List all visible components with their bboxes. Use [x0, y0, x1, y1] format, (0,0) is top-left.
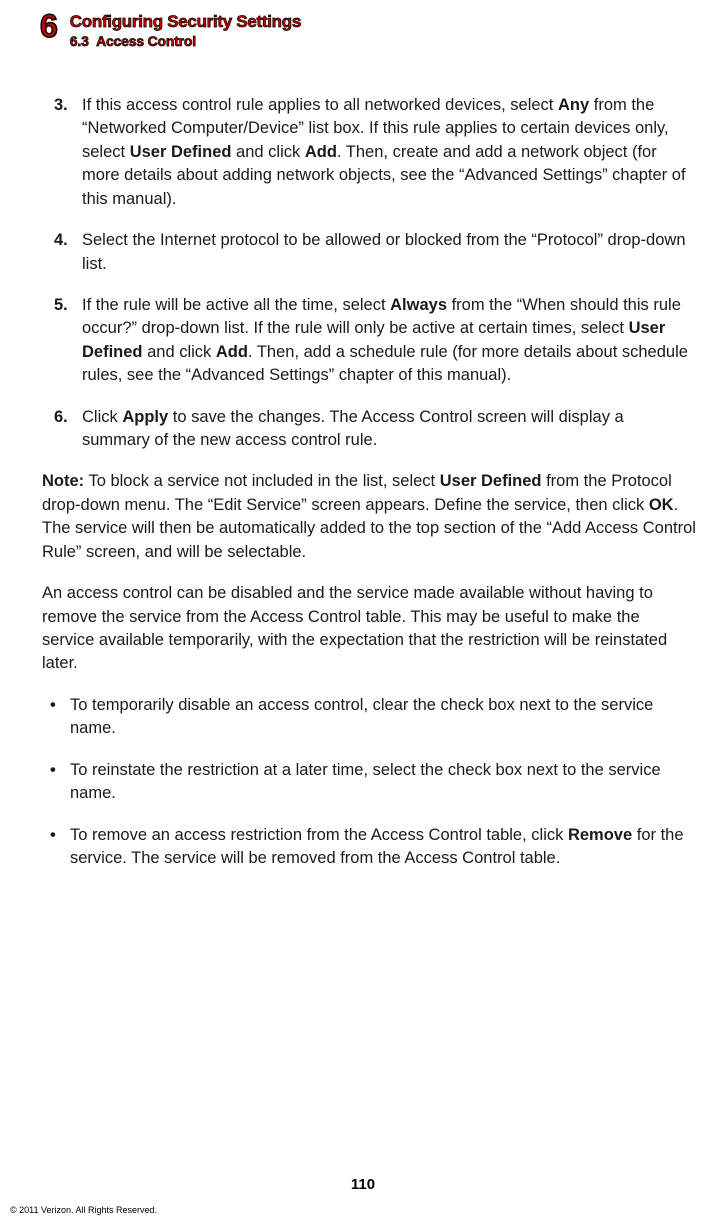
page-header: 6 Configuring Security Settings 6.3 Acce…: [30, 10, 696, 49]
step-3: 3. If this access control rule applies t…: [42, 94, 696, 211]
bullet-icon: •: [50, 824, 70, 871]
page-number: 110: [0, 1176, 726, 1193]
bullet-2: • To reinstate the restriction at a late…: [42, 759, 696, 806]
bullet-icon: •: [50, 759, 70, 806]
bullet-text: To reinstate the restriction at a later …: [70, 759, 696, 806]
step-text: Click Apply to save the changes. The Acc…: [82, 406, 696, 453]
step-5: 5. If the rule will be active all the ti…: [42, 294, 696, 388]
bullet-1: • To temporarily disable an access contr…: [42, 694, 696, 741]
section-title: 6.3 Access Control: [70, 33, 301, 49]
chapter-title: Configuring Security Settings: [70, 12, 301, 32]
step-text: If the rule will be active all the time,…: [82, 294, 696, 388]
note-paragraph: Note: To block a service not included in…: [42, 470, 696, 564]
page-content: 3. If this access control rule applies t…: [30, 94, 696, 870]
step-number: 6.: [54, 406, 82, 453]
step-number: 4.: [54, 229, 82, 276]
chapter-number: 6: [40, 10, 58, 42]
bullet-text: To temporarily disable an access control…: [70, 694, 696, 741]
step-4: 4. Select the Internet protocol to be al…: [42, 229, 696, 276]
header-titles: Configuring Security Settings 6.3 Access…: [70, 10, 301, 49]
bullet-text: To remove an access restriction from the…: [70, 824, 696, 871]
step-6: 6. Click Apply to save the changes. The …: [42, 406, 696, 453]
copyright: © 2011 Verizon. All Rights Reserved.: [10, 1205, 157, 1215]
bullet-3: • To remove an access restriction from t…: [42, 824, 696, 871]
step-text: If this access control rule applies to a…: [82, 94, 696, 211]
note-label: Note:: [42, 472, 84, 490]
step-number: 5.: [54, 294, 82, 388]
step-number: 3.: [54, 94, 82, 211]
step-text: Select the Internet protocol to be allow…: [82, 229, 696, 276]
section-number: 6.3: [70, 33, 89, 49]
disable-paragraph: An access control can be disabled and th…: [42, 582, 696, 676]
section-name: Access Control: [96, 33, 196, 49]
bullet-icon: •: [50, 694, 70, 741]
